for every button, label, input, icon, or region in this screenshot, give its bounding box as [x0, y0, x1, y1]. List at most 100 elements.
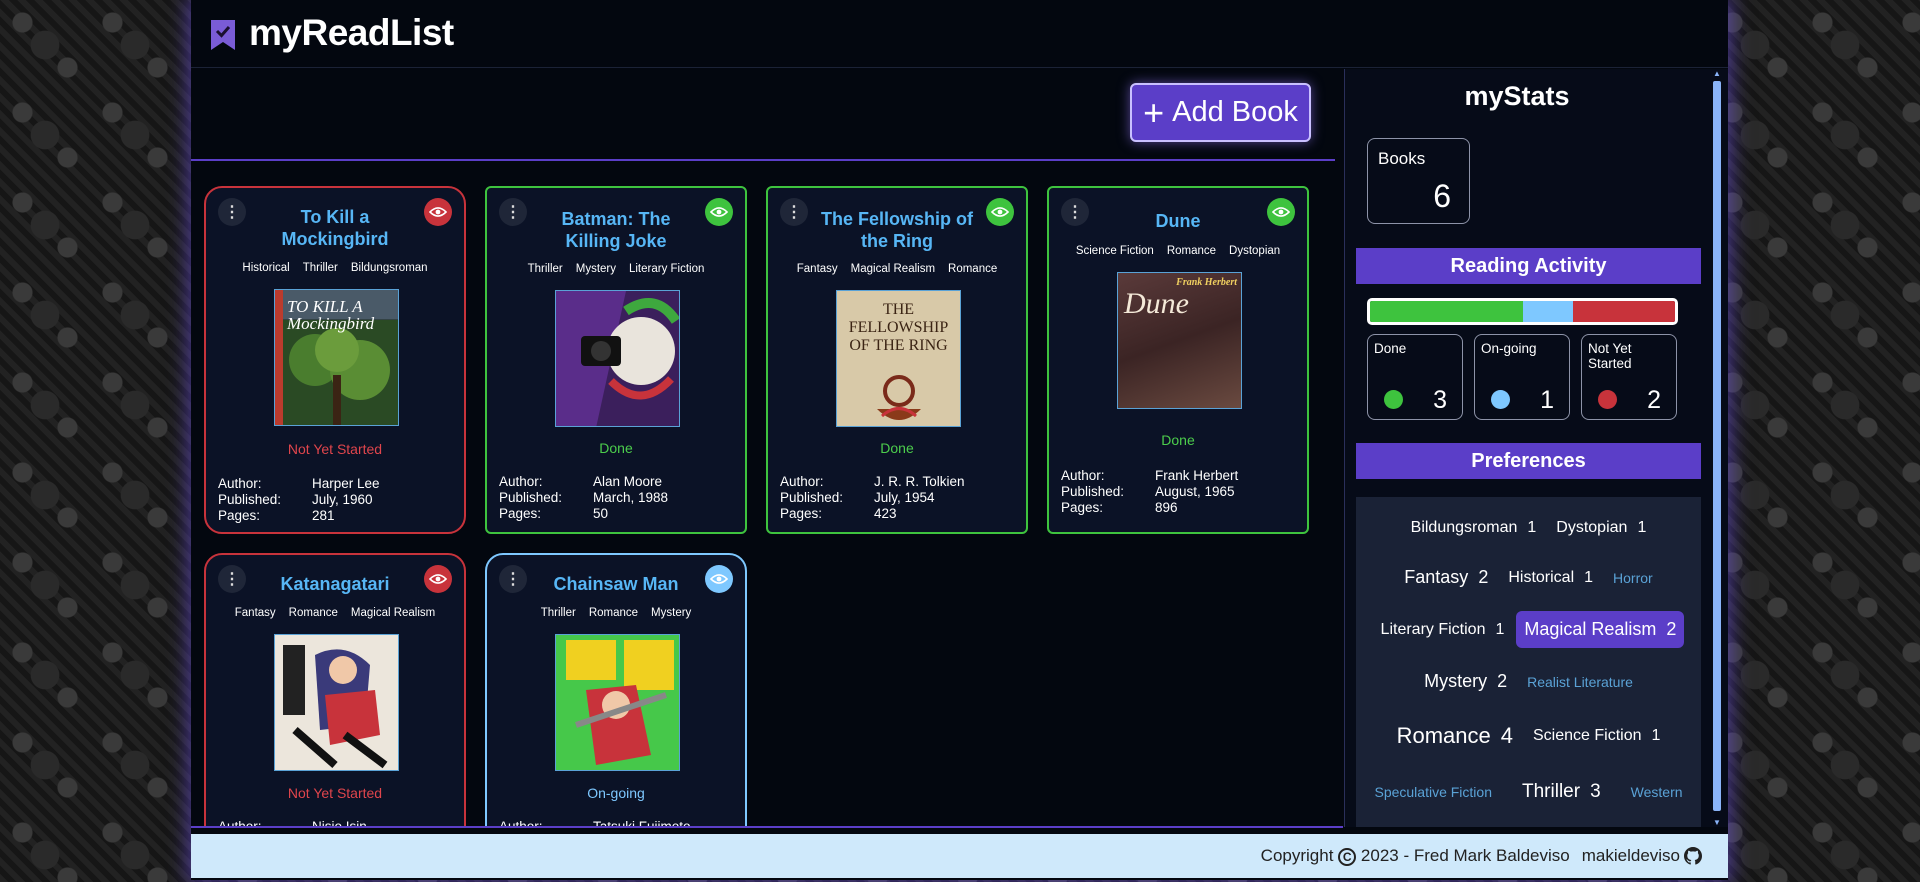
more-options-icon[interactable]: ⋮	[218, 198, 246, 226]
pages-label: Pages:	[1061, 500, 1104, 515]
scroll-up-icon[interactable]: ▲	[1712, 69, 1722, 78]
preference-tag[interactable]: Magical Realism 2	[1516, 611, 1685, 648]
preference-tag[interactable]: Fantasy 2	[1396, 563, 1496, 592]
genre-tag: Fantasy	[234, 607, 276, 619]
more-options-icon[interactable]: ⋮	[1061, 198, 1089, 226]
divider	[191, 826, 1343, 828]
activity-bar-done	[1370, 301, 1523, 322]
stats-sidebar[interactable]: myStats Books 6 Reading Activity Done 3 …	[1344, 69, 1728, 827]
genre-tag: Romance	[288, 607, 338, 619]
add-book-button[interactable]: + Add Book	[1130, 83, 1311, 142]
scrollbar-thumb[interactable]	[1713, 81, 1721, 811]
preference-tag[interactable]: Literary Fiction 1	[1373, 617, 1513, 643]
preference-tag[interactable]: Romance 4	[1389, 719, 1521, 753]
github-link[interactable]: makieldeviso	[1582, 846, 1702, 866]
book-cover	[274, 634, 399, 771]
reading-activity-bar	[1367, 298, 1678, 325]
pages-label: Pages:	[218, 508, 261, 523]
ongoing-dot-icon	[1491, 390, 1510, 409]
book-details: Author: Alan Moore Published: March, 1988 …	[499, 474, 668, 522]
book-card[interactable]: ⋮ Chainsaw Man Thriller Romance Mystery	[485, 553, 747, 827]
ongoing-count: 1	[1540, 386, 1554, 414]
author-label: Author:	[218, 476, 262, 491]
preference-tag[interactable]: Dystopian 1	[1548, 515, 1654, 541]
genre-tag: Mystery	[575, 263, 616, 275]
book-title: Batman: The Killing Joke	[561, 209, 671, 251]
more-options-icon[interactable]: ⋮	[780, 198, 808, 226]
notstarted-count: 2	[1647, 386, 1661, 414]
copyright-icon: C	[1338, 848, 1357, 866]
eye-icon[interactable]	[424, 198, 452, 226]
genre-tag: Dystopian	[1229, 245, 1281, 257]
reading-status: On-going	[587, 785, 645, 801]
stats-title: myStats	[1464, 81, 1570, 111]
preference-tag[interactable]: Realist Literature	[1519, 670, 1641, 694]
book-card[interactable]: ⋮ Katanagatari Fantasy Romance Magical R…	[204, 553, 466, 827]
book-title: The Fellowship of the Ring	[821, 209, 973, 251]
plus-icon: +	[1143, 91, 1165, 133]
genre-tag: Thriller	[527, 263, 563, 275]
preference-tag[interactable]: Horror	[1605, 566, 1661, 590]
book-card[interactable]: ⋮ Dune Science Fiction Romance Dystopian…	[1047, 186, 1309, 534]
sidebar-scrollbar[interactable]: ▲ ▼	[1712, 69, 1722, 827]
book-cover: THE FELLOWSHIP OF THE RING	[836, 290, 961, 427]
genre-tag: Romance	[588, 607, 639, 619]
book-card[interactable]: ⋮ Batman: The Killing Joke Thriller Myst…	[485, 186, 747, 534]
more-options-icon[interactable]: ⋮	[218, 565, 246, 593]
reading-status: Not Yet Started	[287, 785, 383, 801]
eye-icon[interactable]	[424, 565, 452, 593]
published-label: Published:	[1061, 484, 1125, 499]
more-options-icon[interactable]: ⋮	[499, 198, 527, 226]
eye-icon[interactable]	[986, 198, 1014, 226]
cover-text: TO KILL A Mockingbird	[287, 297, 375, 333]
done-count-card: Done 3	[1367, 334, 1463, 420]
genre-tag: Magical Realism	[350, 607, 436, 619]
preference-tag[interactable]: Science Fiction 1	[1525, 723, 1668, 749]
done-label: Done	[1374, 341, 1407, 356]
reading-status: Not Yet Started	[287, 441, 383, 457]
genre-tag: Magical Realism	[850, 263, 936, 275]
book-card[interactable]: ⋮ The Fellowship of the Ring Fantasy Mag…	[766, 186, 1028, 534]
author-value: Frank Herbert	[1155, 468, 1239, 483]
published-value: July, 1960	[312, 492, 373, 507]
done-dot-icon	[1384, 390, 1403, 409]
book-card[interactable]: ⋮ To Kill a Mockingbird Historical Thril…	[204, 186, 466, 534]
cover-text: Dune	[1124, 287, 1189, 320]
eye-icon[interactable]	[705, 198, 733, 226]
book-title: Dune	[1155, 211, 1201, 231]
preference-tag[interactable]: Speculative Fiction	[1366, 780, 1500, 804]
books-count-value: 6	[1433, 178, 1451, 214]
preference-tag[interactable]: Mystery 2	[1416, 667, 1515, 696]
published-value: March, 1988	[593, 490, 669, 505]
add-book-label: Add Book	[1172, 96, 1298, 128]
book-details: Author: Harper Lee Published: July, 1960 P…	[218, 476, 380, 524]
genre-tag: Thriller	[540, 607, 576, 619]
notstarted-label: Not Yet Started	[1588, 341, 1632, 371]
genre-tag: Romance	[948, 263, 998, 275]
book-list-area: + Add Book ⋮ To Kill a Mockingbird Histo…	[191, 69, 1343, 827]
preference-tag[interactable]: Western	[1623, 780, 1691, 804]
genre-tag: Mystery	[651, 607, 692, 619]
reading-status: Done	[1161, 432, 1195, 448]
published-value: July, 1954	[874, 490, 935, 505]
published-value: August, 1965	[1155, 484, 1235, 499]
book-cover	[555, 290, 680, 427]
preference-tag[interactable]: Historical 1	[1500, 565, 1601, 591]
author-label: Author:	[1061, 468, 1105, 483]
eye-icon[interactable]	[705, 565, 733, 593]
app-window: myReadList + Add Book ⋮ To Kill a Mockin…	[191, 0, 1728, 880]
footer: Copyright C 2023 - Fred Mark Baldeviso m…	[191, 834, 1728, 878]
genre-list: Thriller Romance Mystery	[493, 607, 739, 619]
preference-tag[interactable]: Thriller 3	[1514, 777, 1609, 807]
notstarted-dot-icon	[1598, 390, 1617, 409]
ongoing-label: On-going	[1481, 341, 1537, 356]
more-options-icon[interactable]: ⋮	[499, 565, 527, 593]
eye-icon[interactable]	[1267, 198, 1295, 226]
genre-list: Fantasy Romance Magical Realism	[212, 607, 458, 619]
published-label: Published:	[780, 490, 844, 505]
scroll-down-icon[interactable]: ▼	[1712, 818, 1722, 827]
author-label: Author:	[499, 474, 543, 489]
preference-tag[interactable]: Bildungsroman 1	[1403, 515, 1545, 541]
book-cover: TO KILL A Mockingbird	[274, 289, 399, 426]
copyright-text: Copyright C 2023 - Fred Mark Baldeviso	[1260, 846, 1570, 866]
